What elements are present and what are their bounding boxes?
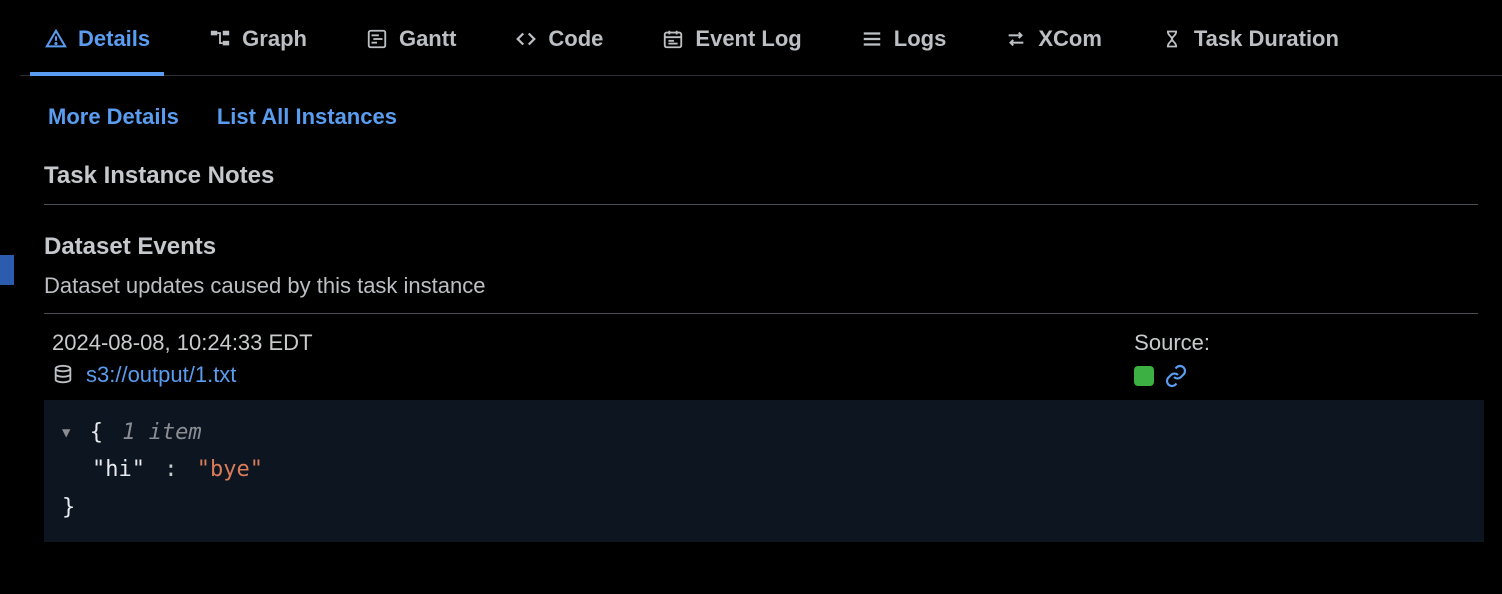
event-timestamp: 2024-08-08, 10:24:33 EDT <box>52 330 313 356</box>
notes-heading: Task Instance Notes <box>44 152 1478 205</box>
calendar-icon <box>661 27 685 51</box>
tab-graph[interactable]: Graph <box>194 18 321 76</box>
dataset-uri-link[interactable]: s3://output/1.txt <box>86 362 236 388</box>
main-panel: Details Graph Gantt Code Event Log <box>0 0 1502 542</box>
tab-task-duration[interactable]: Task Duration <box>1146 18 1353 76</box>
dataset-line: s3://output/1.txt <box>52 362 313 388</box>
graph-icon <box>208 27 232 51</box>
caret-down-icon[interactable]: ▼ <box>62 422 70 446</box>
tab-gantt[interactable]: Gantt <box>351 18 470 76</box>
tab-bar: Details Graph Gantt Code Event Log <box>20 0 1502 76</box>
event-left-col: 2024-08-08, 10:24:33 EDT s3://output/1.t… <box>52 330 313 388</box>
tab-label: Event Log <box>695 26 801 52</box>
source-label: Source: <box>1134 330 1210 356</box>
json-close-brace: } <box>62 495 75 520</box>
event-right-col: Source: <box>1134 330 1470 388</box>
tab-label: Code <box>548 26 603 52</box>
tab-xcom[interactable]: XCom <box>990 18 1116 76</box>
json-value: "bye" <box>197 457 263 482</box>
json-key: "hi" <box>92 457 145 482</box>
json-item-count: 1 item <box>122 420 201 445</box>
json-open-line[interactable]: ▼ { 1 item <box>62 414 1466 451</box>
sub-link-row: More Details List All Instances <box>20 76 1502 152</box>
dataset-events-section: Dataset Events Dataset updates caused by… <box>20 223 1502 400</box>
database-icon <box>52 363 74 387</box>
tab-event-log[interactable]: Event Log <box>647 18 815 76</box>
more-details-link[interactable]: More Details <box>48 104 179 130</box>
json-preview: ▼ { 1 item "hi" : "bye" } <box>44 400 1484 542</box>
warning-triangle-icon <box>44 27 68 51</box>
json-open-brace: { <box>90 420 103 445</box>
events-heading: Dataset Events <box>44 223 1478 265</box>
list-all-instances-link[interactable]: List All Instances <box>217 104 397 130</box>
code-icon <box>514 27 538 51</box>
hourglass-icon <box>1160 27 1184 51</box>
tab-label: Details <box>78 26 150 52</box>
tab-label: Logs <box>894 26 947 52</box>
swap-arrows-icon <box>1004 27 1028 51</box>
tab-label: Gantt <box>399 26 456 52</box>
json-colon: : <box>164 457 177 482</box>
tab-code[interactable]: Code <box>500 18 617 76</box>
gantt-icon <box>365 27 389 51</box>
dataset-event-row: 2024-08-08, 10:24:33 EDT s3://output/1.t… <box>44 314 1478 400</box>
list-icon <box>860 27 884 51</box>
tab-label: Graph <box>242 26 307 52</box>
task-instance-notes-section: Task Instance Notes <box>20 152 1502 205</box>
vertical-accent-bar <box>0 255 14 285</box>
events-description: Dataset updates caused by this task inst… <box>44 265 1478 314</box>
source-icons <box>1134 364 1188 388</box>
tab-label: XCom <box>1038 26 1102 52</box>
json-close-line: } <box>62 489 1466 526</box>
link-icon[interactable] <box>1164 364 1188 388</box>
status-success-badge[interactable] <box>1134 366 1154 386</box>
tab-details[interactable]: Details <box>30 18 164 76</box>
json-kv-line: "hi" : "bye" <box>62 451 1466 488</box>
tab-label: Task Duration <box>1194 26 1339 52</box>
tab-logs[interactable]: Logs <box>846 18 961 76</box>
